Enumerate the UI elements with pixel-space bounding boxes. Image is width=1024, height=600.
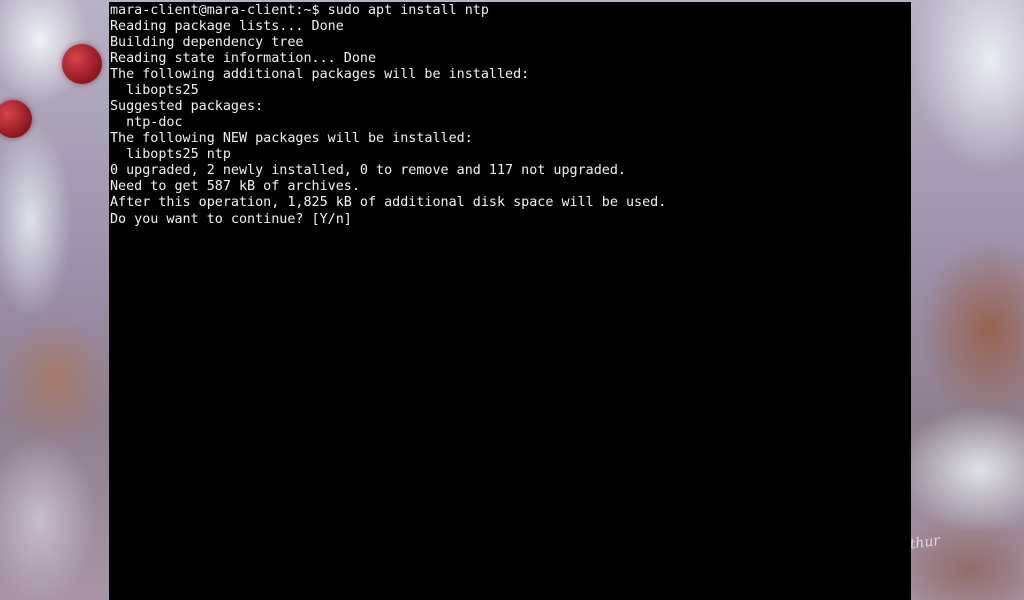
terminal-line: Reading state information... Done [110, 51, 377, 66]
wallpaper-berry [62, 44, 102, 84]
wallpaper-berry [0, 100, 32, 138]
terminal-window[interactable]: mara-client@mara-client:~$ sudo apt inst… [109, 2, 911, 600]
terminal-line: Suggested packages: [110, 99, 264, 114]
terminal-line: Building dependency tree [110, 35, 304, 50]
terminal-line: ntp-doc [110, 115, 183, 130]
terminal-line: libopts25 [110, 83, 199, 98]
terminal-line-prompt: mara-client@mara-client:~$ sudo apt inst… [110, 3, 489, 18]
terminal-line: The following additional packages will b… [110, 67, 530, 82]
terminal-line: After this operation, 1,825 kB of additi… [110, 195, 667, 210]
confirm-prompt-text: Do you want to continue? [Y/n] [110, 212, 352, 227]
terminal-cursor[interactable] [352, 211, 360, 225]
terminal-line-confirm-prompt[interactable]: Do you want to continue? [Y/n] [110, 211, 911, 227]
terminal-line: Need to get 587 kB of archives. [110, 179, 360, 194]
terminal-output: mara-client@mara-client:~$ sudo apt inst… [109, 2, 911, 227]
terminal-line: Reading package lists... Done [110, 19, 344, 34]
terminal-line: 0 upgraded, 2 newly installed, 0 to remo… [110, 163, 626, 178]
terminal-line: The following NEW packages will be insta… [110, 131, 473, 146]
terminal-line: libopts25 ntp [110, 147, 231, 162]
desktop-background: Rethur mara-client@mara-client:~$ sudo a… [0, 0, 1024, 600]
